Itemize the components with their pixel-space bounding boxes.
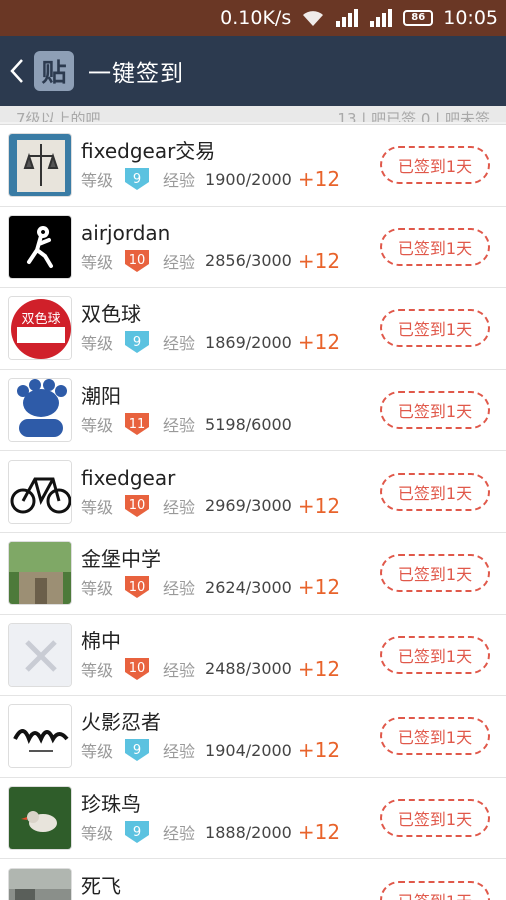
level-value: 9 xyxy=(132,171,142,187)
exp-gain: +12 xyxy=(297,248,341,273)
level-value: 9 xyxy=(132,334,142,350)
exp-value: 2856/3000 xyxy=(205,251,292,271)
forum-avatar xyxy=(8,378,72,443)
exp-value: 2488/3000 xyxy=(205,659,292,679)
exp-gain: +12 xyxy=(297,820,341,845)
level-badge: 10 xyxy=(123,656,151,682)
svg-text:双色球: 双色球 xyxy=(21,311,60,327)
forum-avatar xyxy=(8,704,72,769)
level-value: 10 xyxy=(128,579,146,595)
app-bar: 贴 一键签到 xyxy=(0,36,506,106)
signed-stamp: 已签到1天 xyxy=(380,146,490,185)
tieba-logo: 贴 xyxy=(34,51,74,91)
exp-label: 经验 xyxy=(163,171,196,191)
exp-value: 1888/2000 xyxy=(205,822,292,842)
forum-row[interactable]: fixedgear 等级 10 经验 2969/3000 +12 已签到1天 xyxy=(0,451,506,533)
signed-stamp: 已签到1天 xyxy=(380,472,490,511)
exp-value: 5198/6000 xyxy=(205,414,292,434)
summary-bar: 7级以上的吧 13 | 吧已签 0 | 吧未签 xyxy=(0,106,506,122)
level-value: 10 xyxy=(128,253,146,269)
summary-left: 7级以上的吧 xyxy=(16,110,101,123)
level-badge: 9 xyxy=(123,737,151,763)
signal-icon-2 xyxy=(369,9,393,27)
level-badge: 10 xyxy=(123,248,151,274)
exp-label: 经验 xyxy=(163,252,196,272)
forum-row[interactable]: 金堡中学 等级 10 经验 2624/3000 +12 已签到1天 xyxy=(0,533,506,615)
level-badge: 10 xyxy=(123,574,151,600)
exp-value: 2969/3000 xyxy=(205,496,292,516)
forum-avatar xyxy=(8,459,72,524)
level-value: 10 xyxy=(128,498,146,514)
signed-stamp: 已签到1天 xyxy=(380,880,490,900)
forum-row[interactable]: 珍珠鸟 等级 9 经验 1888/2000 +12 已签到1天 xyxy=(0,778,506,860)
exp-gain: +12 xyxy=(297,738,341,763)
exp-label: 经验 xyxy=(163,334,196,354)
forum-avatar xyxy=(8,133,72,198)
exp-label: 经验 xyxy=(163,416,196,436)
level-badge: 11 xyxy=(123,411,151,437)
level-label: 等级 xyxy=(81,334,114,354)
signed-stamp: 已签到1天 xyxy=(380,227,490,266)
exp-value: 1904/2000 xyxy=(205,740,292,760)
signed-stamp: 已签到1天 xyxy=(380,799,490,838)
exp-gain: +12 xyxy=(297,493,341,518)
signed-stamp: 已签到1天 xyxy=(380,309,490,348)
forum-row[interactable]: 棉中 等级 10 经验 2488/3000 +12 已签到1天 xyxy=(0,615,506,697)
exp-value: 1900/2000 xyxy=(205,169,292,189)
battery-icon: 86 xyxy=(403,10,434,26)
level-label: 等级 xyxy=(81,742,114,762)
exp-gain: +12 xyxy=(297,575,341,600)
level-label: 等级 xyxy=(81,416,114,436)
exp-gain: +12 xyxy=(297,330,341,355)
level-badge: 9 xyxy=(123,329,151,355)
forum-avatar xyxy=(8,867,72,900)
exp-label: 经验 xyxy=(163,742,196,762)
exp-label: 经验 xyxy=(163,497,196,517)
signed-stamp: 已签到1天 xyxy=(380,635,490,674)
exp-label: 经验 xyxy=(163,579,196,599)
level-label: 等级 xyxy=(81,660,114,680)
exp-value: 2624/3000 xyxy=(205,577,292,597)
forum-avatar xyxy=(8,622,72,687)
signed-stamp: 已签到1天 xyxy=(380,717,490,756)
exp-gain: +12 xyxy=(297,167,341,192)
signal-icon xyxy=(335,9,359,27)
forum-avatar xyxy=(8,214,72,279)
signed-stamp: 已签到1天 xyxy=(380,554,490,593)
forum-row[interactable]: 双色球 双色球 等级 9 经验 1869/2000 +12 已签到1天 xyxy=(0,288,506,370)
level-value: 9 xyxy=(132,824,142,840)
status-bar: 0.10K/s 86 10:05 xyxy=(0,0,506,36)
exp-label: 经验 xyxy=(163,660,196,680)
level-label: 等级 xyxy=(81,579,114,599)
network-speed: 0.10K/s xyxy=(220,7,292,29)
exp-gain: +12 xyxy=(297,656,341,681)
summary-right: 13 | 吧已签 0 | 吧未签 xyxy=(337,110,490,123)
forum-row[interactable]: airjordan 等级 10 经验 2856/3000 +12 已签到1天 xyxy=(0,207,506,289)
level-value: 10 xyxy=(128,661,146,677)
forum-row[interactable]: 潮阳 等级 11 经验 5198/6000 已签到1天 xyxy=(0,370,506,452)
level-label: 等级 xyxy=(81,497,114,517)
back-arrow-icon[interactable] xyxy=(10,56,30,86)
level-badge: 9 xyxy=(123,166,151,192)
level-value: 9 xyxy=(132,742,142,758)
forum-list: fixedgear交易 等级 9 经验 1900/2000 +12 已签到1天 … xyxy=(0,124,506,900)
forum-row[interactable]: fixedgear交易 等级 9 经验 1900/2000 +12 已签到1天 xyxy=(0,125,506,207)
level-label: 等级 xyxy=(81,824,114,844)
level-badge: 9 xyxy=(123,819,151,845)
level-value: 11 xyxy=(128,416,146,432)
exp-value: 1869/2000 xyxy=(205,332,292,352)
clock: 10:05 xyxy=(443,7,498,29)
signed-stamp: 已签到1天 xyxy=(380,391,490,430)
level-label: 等级 xyxy=(81,252,114,272)
wifi-icon xyxy=(301,9,325,27)
forum-avatar xyxy=(8,786,72,851)
forum-row[interactable]: 火影忍者 等级 9 经验 1904/2000 +12 已签到1天 xyxy=(0,696,506,778)
page-title: 一键签到 xyxy=(88,61,184,87)
level-badge: 10 xyxy=(123,493,151,519)
exp-label: 经验 xyxy=(163,824,196,844)
level-label: 等级 xyxy=(81,171,114,191)
forum-avatar: 双色球 xyxy=(8,296,72,361)
forum-row[interactable]: 死飞 等级 经验 已签到1天 xyxy=(0,859,506,900)
forum-avatar xyxy=(8,541,72,606)
